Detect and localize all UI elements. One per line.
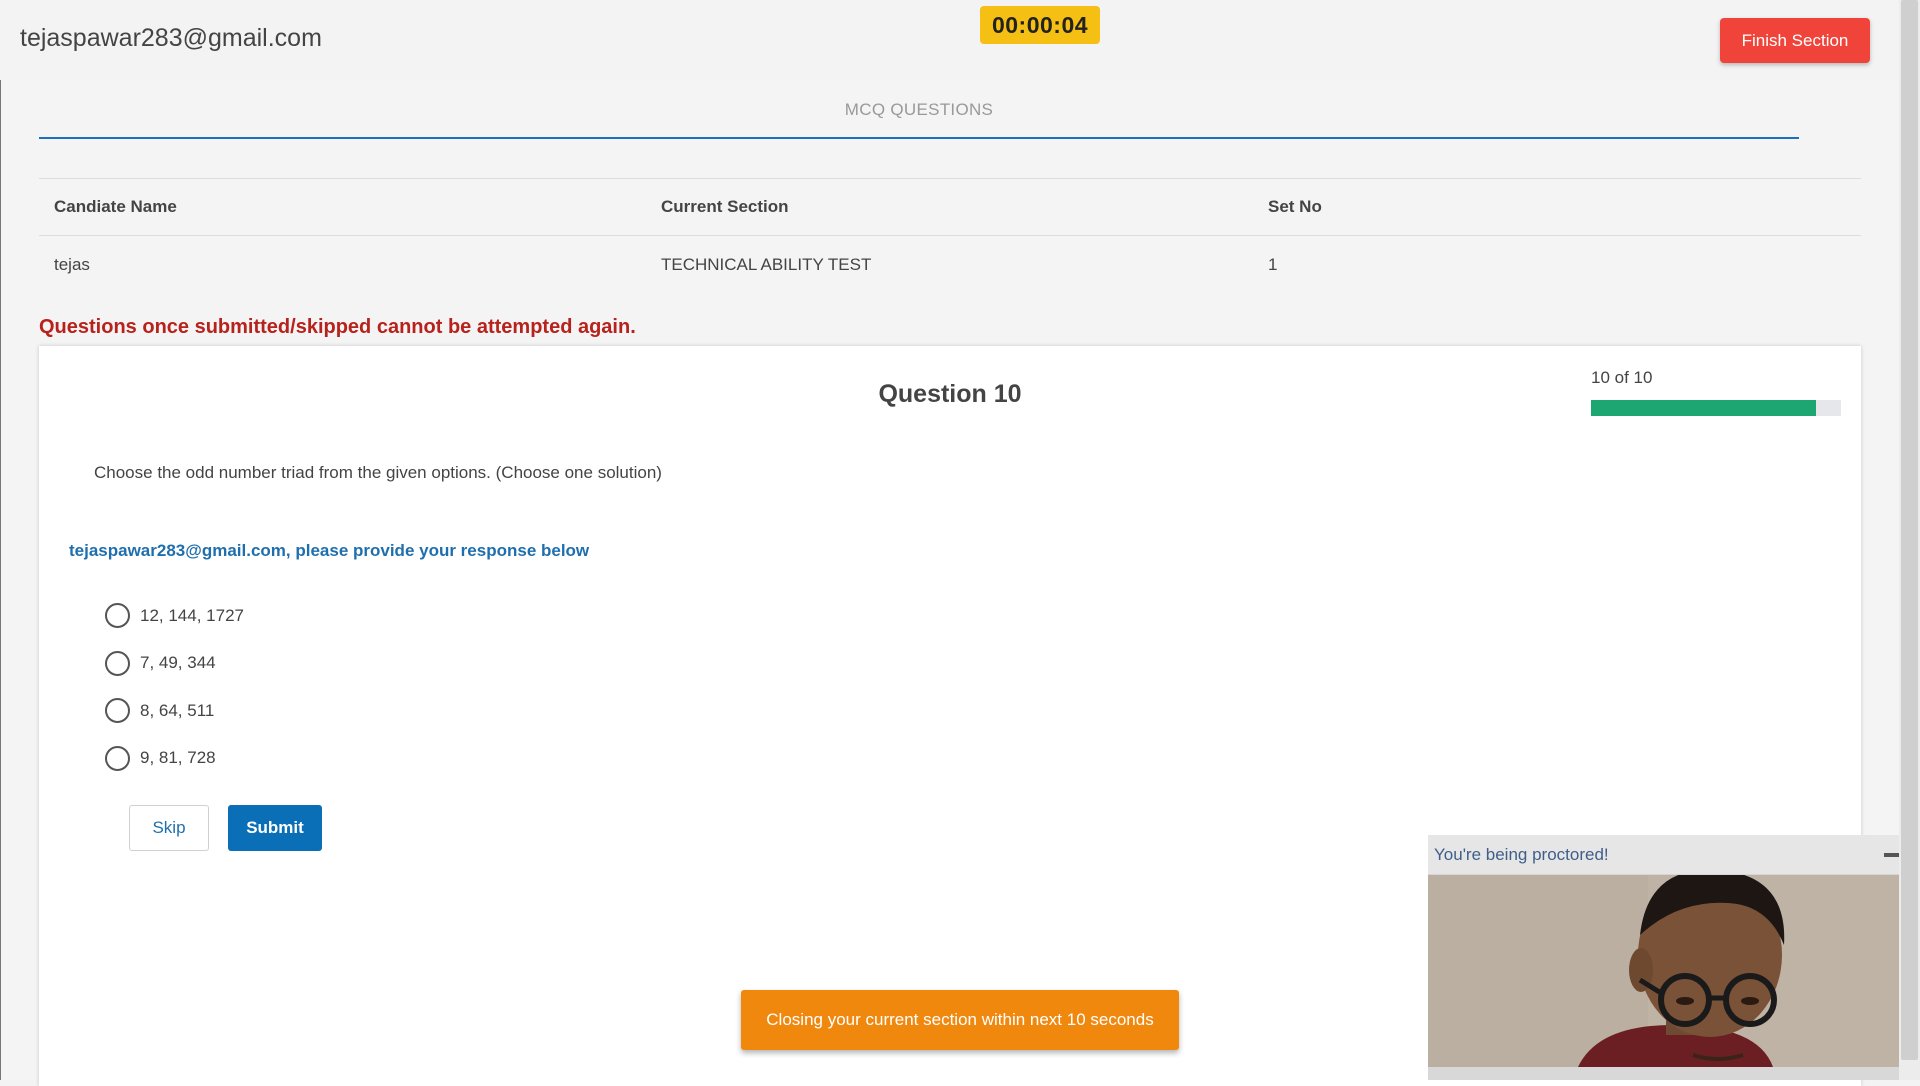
set-no-value: 1 [1268,254,1278,274]
user-email: tejaspawar283@gmail.com [20,24,322,52]
radio-button[interactable] [105,603,130,629]
option-label: 12, 144, 1727 [140,605,244,625]
response-prompt: tejaspawar283@gmail.com, please provide … [69,541,590,560]
proctor-title: You're being proctored! [1434,845,1609,864]
webcam-person-image [1428,875,1906,1067]
scrollbar-thumb[interactable] [1901,0,1918,1060]
radio-button[interactable] [105,698,130,724]
proctor-widget: You're being proctored! [1428,835,1906,1080]
toast-notification: Closing your current section within next… [741,990,1179,1050]
section-underline [39,137,1799,139]
section-timer: 00:00:04 [980,6,1100,44]
header-candidate-name: Candiate Name [54,197,177,216]
candidate-info-table: Candiate Name Current Section Set No tej… [39,178,1861,293]
submit-button[interactable]: Submit [228,805,322,851]
option-1[interactable]: 12, 144, 1727 [105,592,244,640]
info-table-header-row: Candiate Name Current Section Set No [39,179,1861,236]
info-table-row: tejas TECHNICAL ABILITY TEST 1 [39,236,1861,293]
left-border [0,80,1,1080]
proctor-header: You're being proctored! [1428,835,1906,875]
option-4[interactable]: 9, 81, 728 [105,735,244,783]
webcam-feed [1428,875,1906,1067]
options-list: 12, 144, 1727 7, 49, 344 8, 64, 511 9, 8… [105,592,244,782]
option-2[interactable]: 7, 49, 344 [105,640,244,688]
warning-message: Questions once submitted/skipped cannot … [39,316,636,338]
progress-bar-fill [1591,400,1816,416]
top-bar: tejaspawar283@gmail.com 00:00:04 Finish … [0,0,1899,80]
skip-button[interactable]: Skip [129,805,209,851]
option-label: 7, 49, 344 [140,653,216,673]
header-set-no: Set No [1268,197,1322,216]
option-3[interactable]: 8, 64, 511 [105,687,244,735]
radio-button[interactable] [105,745,130,771]
section-title: MCQ QUESTIONS [844,100,994,119]
current-section-value: TECHNICAL ABILITY TEST [661,254,872,274]
minimize-icon[interactable] [1884,853,1900,857]
header-current-section: Current Section [661,197,789,216]
option-label: 8, 64, 511 [140,700,215,720]
radio-button[interactable] [105,650,130,676]
question-title: Question 10 [878,380,1022,408]
progress-label: 10 of 10 [1591,368,1653,387]
finish-section-button[interactable]: Finish Section [1720,18,1870,63]
progress-bar [1591,400,1841,416]
candidate-name-value: tejas [54,254,90,274]
webcam-footer [1428,1067,1906,1080]
option-label: 9, 81, 728 [140,748,216,768]
question-text: Choose the odd number triad from the giv… [94,463,662,482]
